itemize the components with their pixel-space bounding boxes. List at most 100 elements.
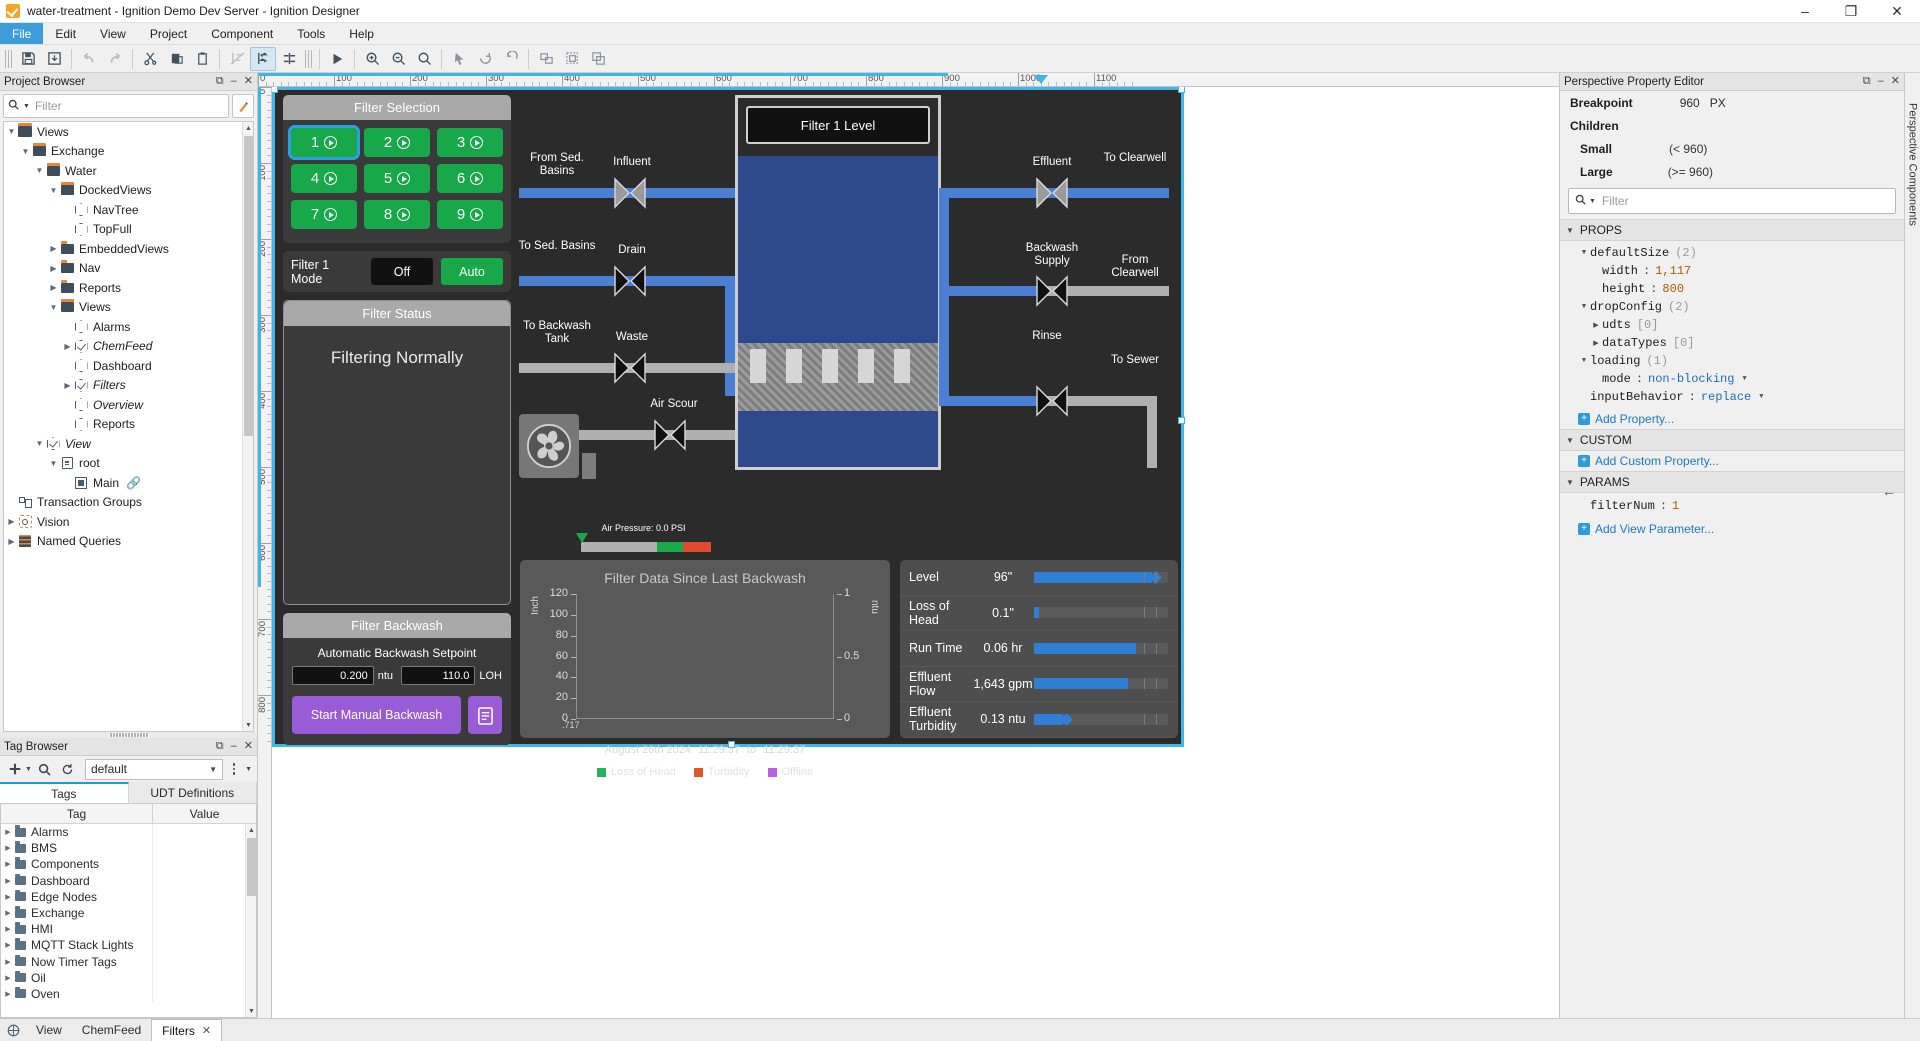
filter-button-8[interactable]: 8	[364, 200, 430, 229]
design-canvas[interactable]: Filter Selection 1 2 3 4 5 6 7 8 9 Filte…	[272, 87, 1559, 1018]
tag-expand-arrow[interactable]: ▶	[1, 828, 15, 836]
tag-expand-arrow[interactable]: ▶	[1, 860, 15, 868]
tree-expand-arrow[interactable]: ▶	[6, 537, 17, 546]
minimize-icon[interactable]: –	[231, 76, 237, 87]
props-section-header[interactable]: ▼ PROPS	[1560, 219, 1904, 241]
save-all-icon[interactable]	[41, 47, 67, 71]
tag-row[interactable]: ▶ Edge Nodes	[1, 888, 256, 905]
valve-rinse[interactable]	[1035, 384, 1069, 418]
minimize-button[interactable]: –	[1782, 0, 1828, 23]
tag-float-icon[interactable]: ⧉	[216, 741, 224, 752]
prop-row-inputBehavior[interactable]: inputBehavior: replace ▼	[1560, 388, 1904, 406]
copy-icon[interactable]	[163, 47, 189, 71]
maximize-button[interactable]: ❐	[1828, 0, 1874, 23]
project-tree[interactable]: ▼ Views ▼ Exchange ▼ Water ▼ DockedViews NavTree…	[3, 121, 254, 732]
tag-row[interactable]: ▶ MQTT Stack Lights	[1, 937, 256, 954]
tag-row[interactable]: ▶ Alarms	[1, 824, 256, 841]
tab-chemfeed[interactable]: ChemFeed	[72, 1019, 151, 1041]
metric-gauge[interactable]	[1034, 678, 1168, 690]
start-manual-backwash-button[interactable]: Start Manual Backwash	[292, 696, 461, 734]
blower-unit[interactable]	[519, 414, 579, 478]
prop-row-defaultSize[interactable]: ▼ defaultSize (2)	[1560, 244, 1904, 262]
project-tree-item-topfull[interactable]: TopFull	[4, 220, 253, 240]
view-frame[interactable]: Filter Selection 1 2 3 4 5 6 7 8 9 Filte…	[272, 87, 1185, 778]
zoom-out-icon[interactable]	[385, 47, 411, 71]
add-custom-property-link[interactable]: + Add Custom Property...	[1560, 451, 1904, 471]
rotate-right-icon[interactable]	[498, 47, 524, 71]
prop-chevron-down-icon[interactable]: ▼	[1742, 375, 1746, 383]
filter-button-1[interactable]: 1	[288, 125, 360, 160]
metric-gauge[interactable]	[1034, 712, 1168, 726]
tag-expand-arrow[interactable]: ▶	[1, 909, 15, 917]
tree-expand-arrow[interactable]: ▶	[48, 283, 59, 292]
param-row-filterNum[interactable]: filterNum:1	[1560, 497, 1904, 515]
refresh-icon[interactable]	[58, 759, 78, 779]
filter-button-9[interactable]: 9	[437, 200, 503, 229]
toolbar-grip[interactable]	[5, 49, 12, 68]
metric-gauge[interactable]	[1034, 570, 1168, 584]
zoom-in-icon[interactable]	[359, 47, 385, 71]
resize-handle-ne[interactable]	[1178, 87, 1185, 93]
prop-row-width[interactable]: width:1,117	[1560, 262, 1904, 280]
prop-expand-arrow[interactable]: ▼	[1578, 303, 1590, 311]
tree-expand-arrow[interactable]: ▼	[6, 127, 17, 136]
legend-item-loss-of-head[interactable]: Loss of Head	[596, 766, 676, 778]
prop-row-dropConfig[interactable]: ▼ dropConfig (2)	[1560, 298, 1904, 316]
project-tree-item-named-queries[interactable]: ▶ Named Queries	[4, 532, 253, 552]
scroll-down-icon[interactable]: ▼	[243, 719, 253, 731]
tag-rows[interactable]: ▶ Alarms ▶ BMS ▶ Components ▶ Dashboard ▶ Edge No…	[1, 824, 256, 1017]
tag-minimize-icon[interactable]: –	[231, 741, 237, 752]
provider-chevron-down-icon[interactable]: ▼	[209, 765, 217, 774]
project-tree-item-reports[interactable]: ▶ Reports	[4, 278, 253, 298]
scroll-thumb[interactable]	[244, 136, 253, 436]
align-left-icon[interactable]	[250, 46, 276, 71]
prop-row-udts[interactable]: ▶ udts [0]	[1560, 316, 1904, 334]
backwash-loh-input[interactable]: 110.0	[401, 666, 476, 685]
tag-expand-arrow[interactable]: ▶	[1, 877, 15, 885]
no-align-icon[interactable]	[224, 47, 250, 71]
ungroup-icon[interactable]	[559, 47, 585, 71]
filter-button-6[interactable]: 6	[437, 164, 503, 193]
tag-expand-arrow[interactable]: ▶	[1, 958, 15, 966]
save-icon[interactable]	[15, 47, 41, 71]
tag-more-menu[interactable]	[226, 763, 242, 775]
project-tree-scrollbar[interactable]: ▲ ▼	[242, 122, 253, 731]
menu-edit[interactable]: Edit	[43, 23, 88, 44]
tag-expand-arrow[interactable]: ▶	[1, 974, 15, 982]
collapse-arrow-icon[interactable]: ←	[1882, 483, 1896, 499]
menu-file[interactable]: File	[0, 23, 44, 44]
project-tree-item-filters[interactable]: ▶ Filters	[4, 376, 253, 396]
tag-row[interactable]: ▶ Oven	[1, 985, 256, 1003]
project-tree-item-main[interactable]: Main 🔗	[4, 473, 253, 493]
prop-value[interactable]: 1,117	[1655, 264, 1691, 278]
tag-row[interactable]: ▶ Components	[1, 856, 256, 873]
undo-icon[interactable]	[76, 47, 102, 71]
backwash-notes-button[interactable]	[468, 696, 502, 734]
pe-float-icon[interactable]: ⧉	[1863, 76, 1871, 87]
params-section-header[interactable]: ▼ PARAMS	[1560, 471, 1904, 493]
tag-row[interactable]: ▶ Oil	[1, 969, 256, 986]
filter-button-2[interactable]: 2	[364, 128, 430, 157]
tree-expand-arrow[interactable]: ▼	[20, 147, 31, 156]
rotate-left-icon[interactable]	[472, 47, 498, 71]
chart-plot-area[interactable]	[576, 594, 834, 719]
resize-handle-e[interactable]	[1178, 417, 1185, 424]
column-header-value[interactable]: Value	[153, 804, 256, 823]
filter-button-3[interactable]: 3	[437, 128, 503, 157]
project-tree-item-dashboard[interactable]: Dashboard	[4, 356, 253, 376]
prop-row-dataTypes[interactable]: ▶ dataTypes [0]	[1560, 334, 1904, 352]
menu-project[interactable]: Project	[138, 23, 199, 44]
paste-icon[interactable]	[189, 47, 215, 71]
metric-gauge[interactable]	[1034, 607, 1168, 619]
filter-button-4[interactable]: 4	[291, 164, 357, 193]
redo-icon[interactable]	[102, 47, 128, 71]
filter-mode-off-button[interactable]: Off	[371, 258, 433, 285]
project-tree-item-embeddedviews[interactable]: ▶ EmbeddedViews	[4, 239, 253, 259]
project-tree-item-nav[interactable]: ▶ Nav	[4, 259, 253, 279]
prop-row-mode[interactable]: mode: non-blocking ▼	[1560, 370, 1904, 388]
project-tree-item-view[interactable]: ▼ View	[4, 434, 253, 454]
prop-row-loading[interactable]: ▼ loading (1)	[1560, 352, 1904, 370]
tag-scrollbar[interactable]: ▲ ▼	[245, 824, 256, 1017]
tree-expand-arrow[interactable]: ▼	[48, 186, 59, 195]
float-icon[interactable]: ⧉	[216, 76, 224, 87]
